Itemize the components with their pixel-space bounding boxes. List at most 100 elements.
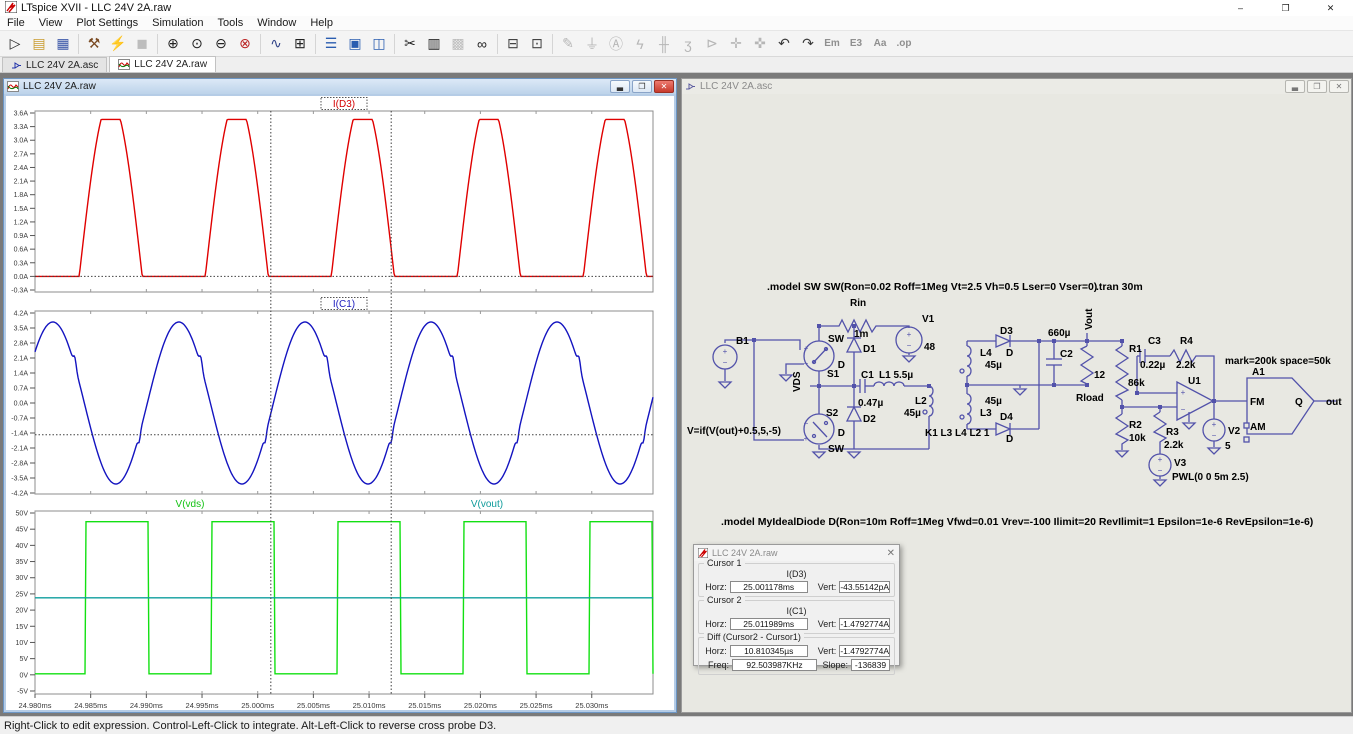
waveform-plot-svg[interactable]: 3.6A3.3A3.0A2.7A2.4A2.1A1.8A1.5A1.2A0.9A…: [6, 96, 674, 710]
menu-item-simulation[interactable]: Simulation: [145, 17, 210, 29]
cursor1-vert-field[interactable]: -43.55142pA: [839, 581, 890, 593]
spice-directive-button[interactable]: .op: [892, 32, 916, 55]
status-bar-text: Right-Click to edit expression. Control-…: [4, 720, 496, 732]
menu-item-help[interactable]: Help: [303, 17, 340, 29]
zoom-out-button[interactable]: ⊖: [209, 32, 233, 55]
window-close-button[interactable]: ✕: [1308, 0, 1353, 16]
svg-text:+: +: [1158, 455, 1163, 464]
schematic-label: D1: [863, 344, 876, 355]
schematic-label: FM: [1250, 397, 1264, 408]
trace-title-I(C1)[interactable]: I(C1): [333, 299, 355, 310]
schematic-label: D: [838, 428, 845, 439]
x-axis-tick-label: 24.995ms: [186, 701, 219, 710]
place-resistor-button[interactable]: ϟ: [628, 32, 652, 55]
zoom-region-button[interactable]: ⊙: [185, 32, 209, 55]
schematic-label: V3: [1174, 458, 1187, 469]
print-button[interactable]: ⊟: [501, 32, 525, 55]
waveform-window-title-bar[interactable]: LLC 24V 2A.raw ▃ ❐ ✕: [4, 79, 676, 94]
halt-simulation-button[interactable]: ◼: [130, 32, 154, 55]
diff-horz-field[interactable]: 10.810345µs: [730, 645, 808, 657]
paste-button[interactable]: ▩: [446, 32, 470, 55]
y-axis-tick-label: 30V: [16, 575, 29, 582]
rotate-button[interactable]: E3: [844, 32, 868, 55]
child-restore-button[interactable]: ❐: [632, 80, 652, 93]
menu-item-tools[interactable]: Tools: [211, 17, 251, 29]
mirror-button[interactable]: Em: [820, 32, 844, 55]
net-label-button[interactable]: Ⓐ: [604, 32, 628, 55]
trace-title-V(vds)[interactable]: V(vds): [176, 499, 205, 510]
cursor-dialog-title: LLC 24V 2A.raw: [712, 548, 778, 558]
open-file-button[interactable]: ▤: [27, 32, 51, 55]
zoom-in-button[interactable]: ⊕: [161, 32, 185, 55]
window-maximize-button[interactable]: ❐: [1263, 0, 1308, 16]
cursor1-horz-field[interactable]: 25.001178ms: [730, 581, 808, 593]
cursor2-vert-field[interactable]: -1.4792774A: [839, 618, 890, 630]
cascade-windows-button[interactable]: ▣: [343, 32, 367, 55]
schematic-label: D4: [1000, 412, 1013, 423]
new-schematic-button[interactable]: ▷: [3, 32, 27, 55]
move-button[interactable]: ✛: [724, 32, 748, 55]
drag-button[interactable]: ✜: [748, 32, 772, 55]
cursor1-group: Cursor 1 I(D3) Horz: 25.001178ms Vert: -…: [698, 563, 895, 597]
child-close-button[interactable]: ✕: [654, 80, 674, 93]
child-minimize-button[interactable]: ▃: [1285, 80, 1305, 93]
menu-item-plot-settings[interactable]: Plot Settings: [69, 17, 145, 29]
schematic-tab-icon: [11, 60, 22, 71]
slope-field[interactable]: -136839: [851, 659, 890, 671]
schematic-window-title-bar[interactable]: LLC 24V 2A.asc ▃ ❐ ✕: [682, 79, 1351, 94]
place-text-button[interactable]: Aa: [868, 32, 892, 55]
menu-item-file[interactable]: File: [0, 17, 32, 29]
child-minimize-button[interactable]: ▃: [610, 80, 630, 93]
tab-waveform[interactable]: LLC 24V 2A.raw: [109, 56, 216, 72]
app-title-bar: LTspice XVII - LLC 24V 2A.raw – ❐ ✕: [0, 0, 1353, 16]
menu-item-view[interactable]: View: [32, 17, 70, 29]
save-button[interactable]: ▦: [51, 32, 75, 55]
waveform-window-title: LLC 24V 2A.raw: [23, 81, 96, 92]
y-axis-tick-label: 20V: [16, 608, 29, 615]
y-axis-tick-label: -2.8A: [11, 461, 28, 468]
find-button[interactable]: ∞: [470, 32, 494, 55]
plot-pane-1[interactable]: [35, 311, 653, 494]
menu-item-window[interactable]: Window: [250, 17, 303, 29]
ground-symbol: [1154, 480, 1166, 486]
place-inductor-button[interactable]: ʒ: [676, 32, 700, 55]
draw-wire-button[interactable]: ✎: [556, 32, 580, 55]
plot-pane-2[interactable]: [35, 511, 653, 694]
cursor-dialog-close-icon[interactable]: ✕: [887, 548, 895, 559]
copy-button[interactable]: ▥: [422, 32, 446, 55]
x-axis-tick-label: 24.990ms: [130, 701, 163, 710]
place-capacitor-button[interactable]: ╫: [652, 32, 676, 55]
svg-text:−: −: [907, 341, 912, 350]
waveform-plot-area[interactable]: 3.6A3.3A3.0A2.7A2.4A2.1A1.8A1.5A1.2A0.9A…: [4, 94, 676, 712]
arrange-windows-button[interactable]: ◫: [367, 32, 391, 55]
cut-button[interactable]: ✂: [398, 32, 422, 55]
tab-schematic[interactable]: LLC 24V 2A.asc: [2, 57, 107, 72]
y-axis-tick-label: -1.4A: [11, 431, 28, 438]
child-close-button[interactable]: ✕: [1329, 80, 1349, 93]
trace-title-V(vout)[interactable]: V(vout): [471, 499, 503, 510]
place-diode-button[interactable]: ⊳: [700, 32, 724, 55]
freq-field[interactable]: 92.503987KHz: [732, 659, 817, 671]
redo-button[interactable]: ↷: [796, 32, 820, 55]
run-simulation-button[interactable]: ⚡: [106, 32, 130, 55]
control-panel-button[interactable]: ⚒: [82, 32, 106, 55]
cursor2-horz-field[interactable]: 25.011989ms: [730, 618, 808, 630]
tile-windows-button[interactable]: ☰: [319, 32, 343, 55]
plot-pane-0[interactable]: [35, 111, 653, 292]
place-ground-button[interactable]: ⏚: [580, 32, 604, 55]
autorange-y-button[interactable]: ∿: [264, 32, 288, 55]
window-minimize-button[interactable]: –: [1218, 0, 1263, 16]
schematic-label: L2: [915, 396, 927, 407]
zoom-full-extents-button[interactable]: ⊗: [233, 32, 257, 55]
print-preview-button[interactable]: ⊡: [525, 32, 549, 55]
schematic-window-title: LLC 24V 2A.asc: [700, 81, 772, 92]
trace-title-I(D3)[interactable]: I(D3): [333, 99, 355, 110]
diff-vert-field[interactable]: -1.4792774A: [839, 645, 890, 657]
undo-button[interactable]: ↶: [772, 32, 796, 55]
svg-text:+: +: [804, 344, 809, 353]
child-restore-button[interactable]: ❐: [1307, 80, 1327, 93]
zoom-to-fit-button[interactable]: ⊞: [288, 32, 312, 55]
vert-label: Vert:: [811, 582, 837, 592]
y-axis-tick-label: 3.3A: [14, 124, 29, 131]
cursor-dialog[interactable]: LLC 24V 2A.raw ✕ Cursor 1 I(D3) Horz: 25…: [693, 544, 900, 666]
